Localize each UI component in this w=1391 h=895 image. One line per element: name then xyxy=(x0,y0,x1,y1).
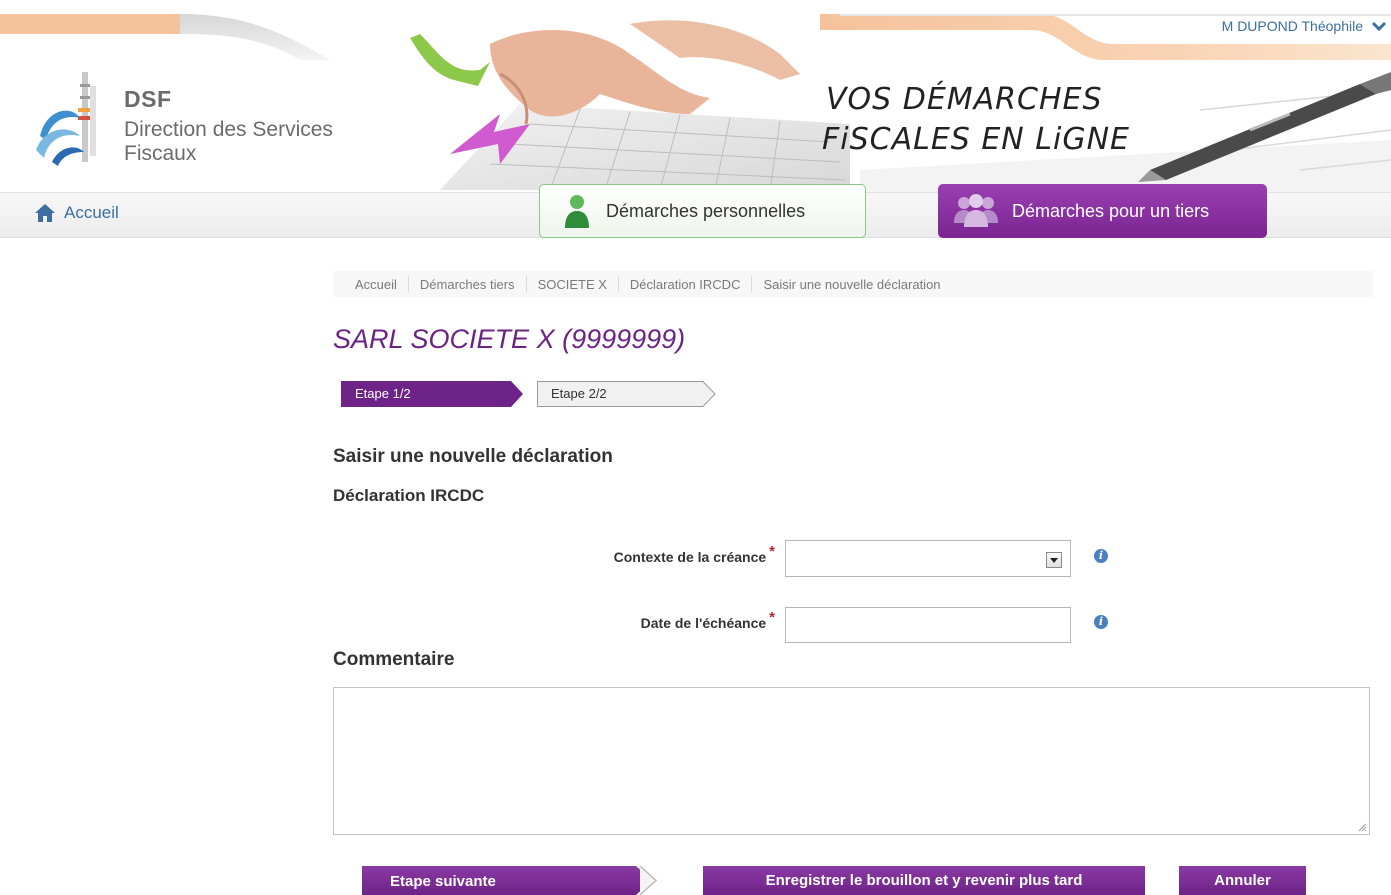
breadcrumb-item[interactable]: Démarches tiers xyxy=(420,277,515,292)
logo-text-line1: Direction des Services xyxy=(124,118,333,141)
breadcrumb-item[interactable]: Déclaration IRCDC xyxy=(630,277,741,292)
info-icon[interactable]: i xyxy=(1094,549,1108,563)
tab-label: Démarches pour un tiers xyxy=(1012,200,1210,221)
contexte-select[interactable] xyxy=(785,540,1071,577)
next-step-button[interactable]: Etape suivante xyxy=(362,866,666,895)
dsf-logo-icon xyxy=(36,72,96,166)
tab-label: Démarches personnelles xyxy=(606,200,806,221)
step-1-label: Etape 1/2 xyxy=(355,386,411,401)
dropdown-arrow-icon[interactable] xyxy=(1046,552,1062,568)
required-mark: * xyxy=(769,543,775,560)
step-indicator: Etape 1/2 Etape 2/2 xyxy=(341,381,721,407)
chevron-down-icon[interactable] xyxy=(1371,20,1387,32)
slogan-line1: VOS DÉMARCHES xyxy=(826,82,1103,117)
breadcrumb-separator xyxy=(751,276,753,292)
page-title: SARL SOCIETE X (9999999) xyxy=(333,324,686,354)
date-label-text: Date de l'échéance xyxy=(640,615,767,631)
breadcrumb: Accueil Démarches tiers SOCIETE X Déclar… xyxy=(333,271,1373,297)
comment-textarea[interactable] xyxy=(333,687,1370,835)
typing-hands-illustration xyxy=(410,20,850,190)
tab-demarches-personnelles[interactable]: Démarches personnelles xyxy=(539,184,866,238)
user-menu[interactable]: M DUPOND Théophile xyxy=(1222,18,1387,34)
logo-acronym: DSF xyxy=(124,86,172,112)
save-draft-button[interactable]: Enregistrer le brouillon et y revenir pl… xyxy=(703,866,1145,895)
home-icon xyxy=(35,204,55,222)
home-link[interactable]: Accueil xyxy=(34,203,119,223)
cancel-button[interactable]: Annuler xyxy=(1179,866,1306,895)
breadcrumb-item[interactable]: Accueil xyxy=(355,277,397,292)
breadcrumb-separator xyxy=(407,276,409,292)
date-label: Date de l'échéance * xyxy=(520,609,775,632)
person-icon xyxy=(565,195,589,228)
breadcrumb-item[interactable]: SOCIETE X xyxy=(538,277,607,292)
home-label: Accueil xyxy=(64,203,119,222)
user-name: M DUPOND Théophile xyxy=(1221,18,1363,34)
breadcrumb-current: Saisir une nouvelle déclaration xyxy=(763,276,941,292)
slogan-line2: FiSCALES EN LiGNE xyxy=(822,122,1130,157)
breadcrumb-separator xyxy=(617,276,619,292)
breadcrumb-separator xyxy=(525,276,527,292)
header-banner: DSF Direction des Services Fiscaux VOS D… xyxy=(0,0,1391,192)
contexte-label-text: Contexte de la créance xyxy=(613,549,767,565)
form-subheading: Déclaration IRCDC xyxy=(333,486,485,505)
info-icon[interactable]: i xyxy=(1094,615,1108,629)
tab-demarches-tiers[interactable]: Démarches pour un tiers xyxy=(938,184,1267,238)
next-button-label: Etape suivante xyxy=(390,873,496,890)
pen-illustration xyxy=(1138,72,1391,182)
contexte-label: Contexte de la créance * xyxy=(520,543,775,566)
form-heading: Saisir une nouvelle déclaration xyxy=(333,446,613,467)
comment-label: Commentaire xyxy=(333,649,455,670)
logo-text-line2: Fiscaux xyxy=(124,142,197,165)
step-2-label: Etape 2/2 xyxy=(551,386,607,401)
required-mark: * xyxy=(769,609,775,626)
group-icon xyxy=(954,194,998,227)
date-echeance-input[interactable] xyxy=(785,607,1071,643)
resize-grip-icon[interactable] xyxy=(1357,822,1367,832)
